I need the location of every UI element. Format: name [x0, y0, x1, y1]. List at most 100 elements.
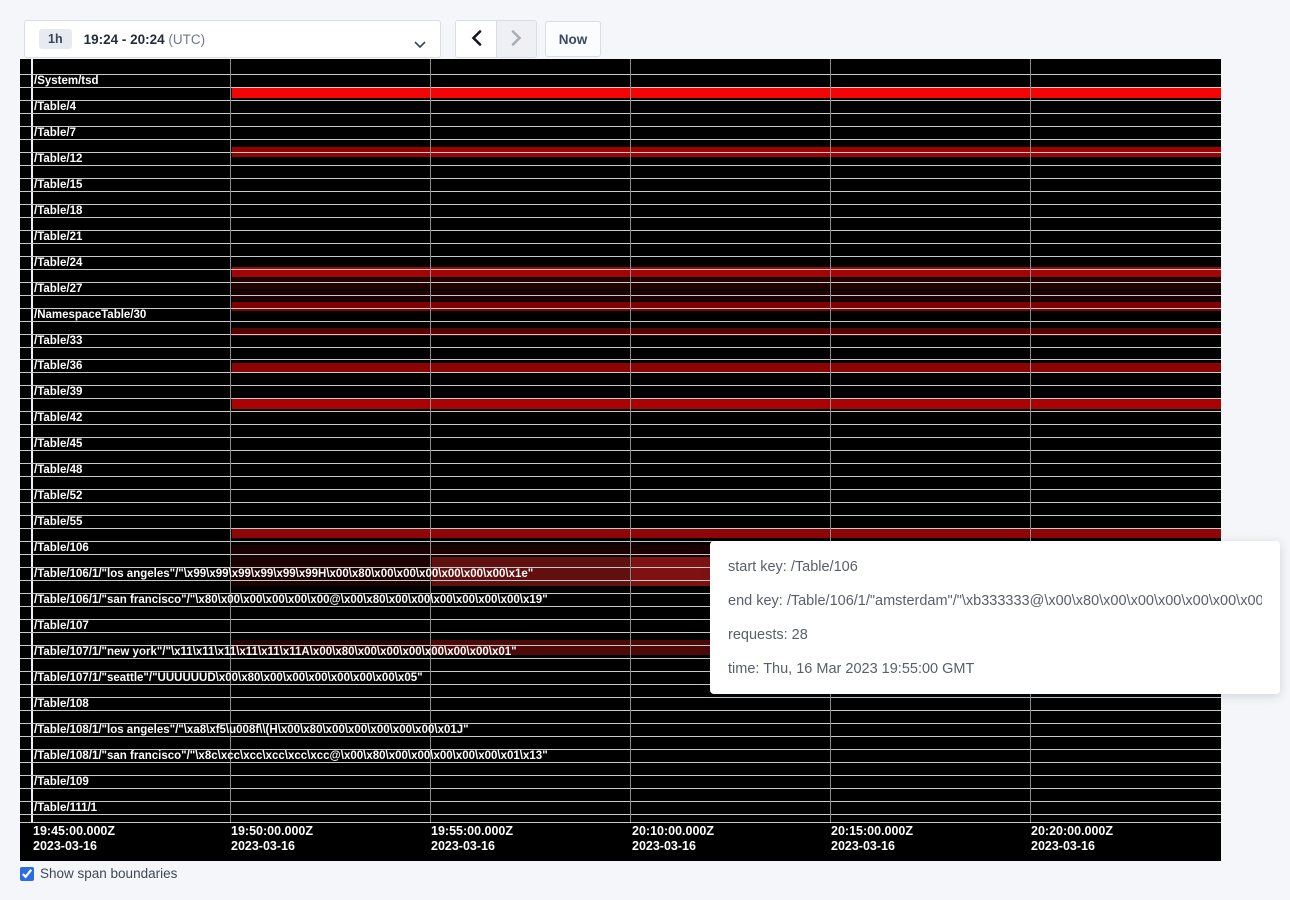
row-label: /Table/24	[34, 256, 82, 271]
chevron-down-icon	[414, 36, 426, 54]
span-boundary-line	[20, 788, 1221, 789]
row-label: /Table/106/1/"los angeles"/"\x99\x99\x99…	[34, 567, 533, 582]
span-boundary-line	[20, 502, 1221, 503]
row-label: /Table/107/1/"new york"/"\x11\x11\x11\x1…	[34, 645, 517, 660]
span-boundary-line	[20, 424, 1221, 425]
time-gridline	[630, 59, 631, 822]
span-boundary-line	[20, 385, 1221, 386]
span-boundary-line	[20, 191, 1221, 192]
axis-gap-line	[31, 59, 33, 822]
x-axis-tick: 20:10:00.000Z2023-03-16	[632, 824, 714, 854]
range-times: 19:24 - 20:24	[84, 32, 165, 47]
span-boundary-line	[20, 515, 1221, 516]
span-boundary-line	[20, 398, 1221, 399]
time-gridline	[830, 59, 831, 822]
span-boundary-line	[20, 87, 1221, 88]
span-boundary-line	[20, 334, 1221, 335]
x-axis-tick: 20:20:00.000Z2023-03-16	[1031, 824, 1113, 854]
span-boundary-line	[20, 437, 1221, 438]
span-boundary-line	[20, 152, 1221, 153]
span-boundary-line	[20, 775, 1221, 776]
span-boundary-line	[20, 230, 1221, 231]
row-label: /Table/12	[34, 152, 82, 167]
row-label: /Table/108	[34, 697, 89, 712]
x-axis-tick: 20:15:00.000Z2023-03-16	[831, 824, 913, 854]
span-boundary-line	[20, 463, 1221, 464]
key-visualizer-canvas[interactable]: /System/tsd/Table/4/Table/7/Table/12/Tab…	[20, 59, 1221, 861]
row-label: /Table/108/1/"san francisco"/"\x8c\xcc\x…	[34, 749, 548, 764]
x-axis-tick: 19:50:00.000Z2023-03-16	[231, 824, 313, 854]
span-boundary-line	[20, 113, 1221, 114]
now-button[interactable]: Now	[545, 21, 601, 57]
row-label: /Table/52	[34, 489, 82, 504]
tooltip-time: time: Thu, 16 Mar 2023 19:55:00 GMT	[728, 652, 1262, 686]
span-boundary-line	[20, 822, 1221, 823]
span-boundary-line	[20, 710, 1221, 711]
span-boundaries-control: Show span boundaries	[20, 866, 177, 881]
row-label: /NamespaceTable/30	[34, 308, 146, 323]
row-label: /System/tsd	[34, 74, 99, 89]
row-label: /Table/42	[34, 411, 82, 426]
heat-band	[232, 528, 1221, 538]
span-boundary-line	[20, 217, 1221, 218]
span-boundary-line	[20, 347, 1221, 348]
row-label: /Table/18	[34, 204, 82, 219]
span-boundary-line	[20, 308, 1221, 309]
span-boundary-line	[20, 489, 1221, 490]
time-gridline	[1030, 59, 1031, 822]
heat-band	[232, 328, 1221, 336]
span-boundary-line	[20, 100, 1221, 101]
span-boundary-line	[20, 814, 1221, 815]
span-boundary-line	[20, 476, 1221, 477]
row-label: /Table/33	[34, 334, 82, 349]
row-label: /Table/39	[34, 385, 82, 400]
row-label: /Table/15	[34, 178, 82, 193]
row-label: /Table/107/1/"seattle"/"UUUUUUD\x00\x80\…	[34, 671, 423, 686]
span-boundary-line	[20, 126, 1221, 127]
row-label: /Table/36	[34, 359, 82, 374]
heat-band	[232, 399, 1221, 409]
span-boundary-line	[20, 165, 1221, 166]
heat-band	[232, 302, 1221, 311]
key-visualizer-page: 1h 19:24 - 20:24 (UTC) Now	[0, 0, 1290, 900]
span-boundary-line	[20, 243, 1221, 244]
span-boundary-line	[20, 295, 1221, 296]
time-range-dropdown[interactable]: 1h 19:24 - 20:24 (UTC)	[24, 20, 441, 58]
span-boundary-line	[20, 801, 1221, 802]
span-boundary-line	[20, 282, 1221, 283]
row-label: /Table/107	[34, 619, 89, 634]
span-boundary-line	[20, 450, 1221, 451]
span-boundary-line	[20, 697, 1221, 698]
chevron-right-icon	[511, 30, 522, 49]
row-label: /Table/106/1/"san francisco"/"\x80\x00\x…	[34, 593, 548, 608]
span-boundary-line	[20, 74, 1221, 75]
span-boundary-line	[20, 528, 1221, 529]
span-boundary-line	[20, 204, 1221, 205]
x-axis-tick: 19:45:00.000Z2023-03-16	[33, 824, 115, 854]
show-span-boundaries-label: Show span boundaries	[40, 866, 177, 881]
span-boundary-line	[20, 359, 1221, 360]
range-duration-badge: 1h	[39, 29, 72, 50]
span-boundary-line	[20, 269, 1221, 270]
row-label: /Table/55	[34, 515, 82, 530]
time-controls: 1h 19:24 - 20:24 (UTC) Now	[0, 0, 1290, 59]
tooltip-start-key: start key: /Table/106	[728, 550, 1262, 584]
span-boundary-line	[20, 411, 1221, 412]
span-boundary-line	[20, 139, 1221, 140]
chevron-left-icon	[471, 30, 482, 49]
span-boundary-line	[20, 256, 1221, 257]
row-label: /Table/4	[34, 100, 76, 115]
row-label: /Table/27	[34, 282, 82, 297]
range-timezone: (UTC)	[168, 32, 205, 47]
time-gridline	[430, 59, 431, 822]
heat-band	[232, 278, 1221, 289]
heat-band	[232, 363, 1221, 372]
row-label: /Table/21	[34, 230, 82, 245]
time-gridline	[230, 59, 231, 822]
heat-band	[232, 88, 1221, 98]
row-label: /Table/106	[34, 541, 89, 556]
next-range-button[interactable]	[496, 21, 536, 57]
prev-range-button[interactable]	[456, 21, 496, 57]
show-span-boundaries-checkbox[interactable]	[20, 867, 34, 881]
row-label: /Table/48	[34, 463, 82, 478]
